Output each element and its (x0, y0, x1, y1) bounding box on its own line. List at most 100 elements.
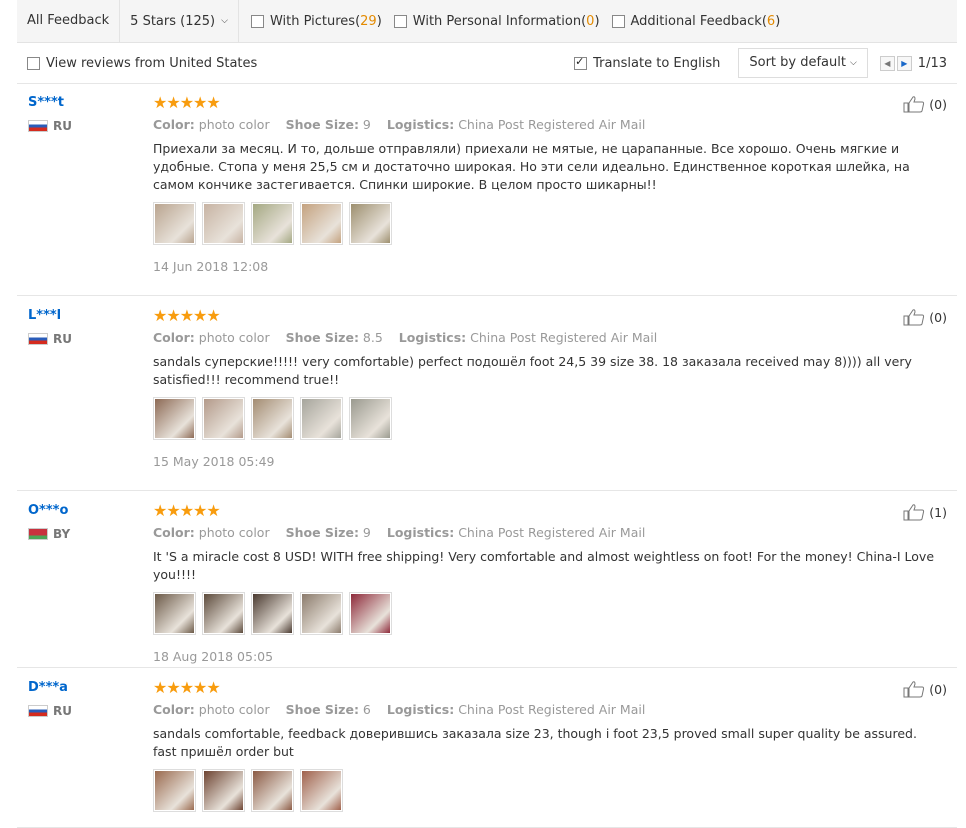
review-text: It 'S a miracle cost 8 USD! WITH free sh… (153, 549, 935, 582)
review-photo-thumbnail[interactable] (251, 769, 294, 812)
review-attributes: Color: photo color Shoe Size: 6 Logistic… (153, 702, 943, 717)
sort-select[interactable]: Sort by default ⌵ (738, 48, 868, 78)
star-rating-select[interactable]: 5 Stars (125) ⌵ (120, 14, 238, 29)
country-code: RU (53, 704, 72, 718)
logistics-value: China Post Registered Air Mail (458, 117, 646, 132)
country-flag-icon (28, 705, 48, 717)
reviewer-country: RU (28, 332, 72, 346)
reviewer-name[interactable]: D***a (28, 680, 68, 695)
star-rating: ★★★★★ (153, 501, 221, 520)
reviewer-name[interactable]: S***t (28, 95, 64, 110)
with-pictures-filter[interactable]: With Pictures (29) (250, 13, 382, 29)
additional-feedback-count: 6 (766, 13, 776, 29)
personal-info-checkbox[interactable] (393, 14, 407, 28)
with-pictures-count: 29 (360, 13, 377, 29)
logistics-label: Logistics: (386, 702, 455, 717)
logistics-value: China Post Registered Air Mail (470, 330, 658, 345)
review-photo-thumbnail[interactable] (202, 397, 245, 440)
review-photo-thumbnail[interactable] (153, 202, 196, 245)
us-reviews-filter[interactable]: View reviews from United States (27, 56, 257, 71)
color-label: Color: (153, 117, 195, 132)
review-item: O***o BY ★★★★★ Color: photo color Shoe S… (17, 503, 957, 668)
review-body: ★★★★★ Color: photo color Shoe Size: 9 Lo… (153, 503, 943, 664)
review-date: 18 Aug 2018 05:05 (153, 649, 274, 664)
star-rating: ★★★★★ (153, 306, 221, 325)
review-photo-thumbnail[interactable] (202, 769, 245, 812)
all-feedback-tab[interactable]: All Feedback (17, 0, 119, 42)
thumbs-up-icon (903, 681, 925, 698)
sort-select-label: Sort by default (749, 55, 846, 70)
helpful-count: (0) (929, 681, 947, 697)
country-flag-icon (28, 120, 48, 132)
review-photo-thumbnail[interactable] (202, 592, 245, 635)
review-photo-thumbnail[interactable] (153, 769, 196, 812)
helpful-button[interactable]: (1) (903, 503, 947, 521)
next-page-button[interactable]: ▶ (896, 55, 912, 71)
review-photo-thumbnail[interactable] (349, 202, 392, 245)
pagination: ◀ ▶ 1/13 (879, 55, 957, 71)
review-photo-thumbnail[interactable] (300, 397, 343, 440)
thumbs-up-icon (903, 504, 925, 521)
helpful-button[interactable]: (0) (903, 308, 947, 326)
helpful-count: (0) (929, 96, 947, 112)
review-date: 14 Jun 2018 12:08 (153, 259, 269, 274)
review-photos (153, 202, 943, 245)
color-label: Color: (153, 330, 195, 345)
review-photo-thumbnail[interactable] (349, 592, 392, 635)
review-photo-thumbnail[interactable] (153, 397, 196, 440)
review-photo-thumbnail[interactable] (153, 592, 196, 635)
reviewer-name[interactable]: O***o (28, 503, 68, 518)
logistics-label: Logistics: (398, 330, 467, 345)
helpful-button[interactable]: (0) (903, 680, 947, 698)
review-photo-thumbnail[interactable] (349, 397, 392, 440)
review-item: S***t RU ★★★★★ Color: photo color Shoe S… (17, 95, 957, 296)
helpful-button[interactable]: (0) (903, 95, 947, 113)
translate-label: Translate to English (593, 55, 721, 71)
additional-feedback-filter[interactable]: Additional Feedback (6) (611, 13, 780, 29)
reviewer-name[interactable]: L***l (28, 308, 61, 323)
review-photo-thumbnail[interactable] (300, 769, 343, 812)
country-code: RU (53, 119, 72, 133)
country-flag-icon (28, 528, 48, 540)
color-value: photo color (198, 330, 270, 345)
feedback-options-bar: View reviews from United States Translat… (17, 43, 957, 84)
shoe-size-value: 9 (362, 525, 371, 540)
logistics-value: China Post Registered Air Mail (458, 525, 646, 540)
translate-checkbox[interactable] (574, 55, 588, 70)
divider (237, 0, 239, 42)
page-indicator: 1/13 (917, 55, 947, 71)
thumbs-up-icon (903, 309, 925, 326)
shoe-size-label: Shoe Size: (285, 117, 359, 132)
logistics-label: Logistics: (386, 525, 455, 540)
review-text: sandals суперские!!!!! very comfortable)… (153, 354, 912, 387)
additional-feedback-checkbox[interactable] (611, 14, 625, 28)
color-value: photo color (198, 525, 270, 540)
country-code: RU (53, 332, 72, 346)
shoe-size-value: 6 (362, 702, 371, 717)
us-reviews-checkbox[interactable] (27, 56, 40, 70)
review-photos (153, 592, 943, 635)
helpful-count: (0) (929, 309, 947, 325)
review-body: ★★★★★ Color: photo color Shoe Size: 9 Lo… (153, 95, 943, 274)
review-photos (153, 397, 943, 440)
shoe-size-label: Shoe Size: (285, 702, 359, 717)
review-photo-thumbnail[interactable] (300, 592, 343, 635)
review-photo-thumbnail[interactable] (251, 202, 294, 245)
prev-page-button[interactable]: ◀ (879, 55, 895, 71)
review-body: ★★★★★ Color: photo color Shoe Size: 8.5 … (153, 308, 943, 469)
chevron-down-icon: ⌵ (849, 58, 857, 68)
logistics-value: China Post Registered Air Mail (458, 702, 646, 717)
review-photos (153, 769, 943, 812)
with-pictures-checkbox[interactable] (250, 14, 264, 28)
review-item: D***a RU ★★★★★ Color: photo color Shoe S… (17, 680, 957, 828)
review-text: Приехали за месяц. И то, дольше отправля… (153, 141, 910, 192)
personal-info-filter[interactable]: With Personal Information (0) (393, 14, 600, 29)
review-photo-thumbnail[interactable] (251, 592, 294, 635)
translate-toggle[interactable]: Translate to English (574, 55, 721, 71)
reviewer-country: RU (28, 119, 72, 133)
review-photo-thumbnail[interactable] (202, 202, 245, 245)
review-photo-thumbnail[interactable] (300, 202, 343, 245)
reviewer-country: RU (28, 704, 72, 718)
review-photo-thumbnail[interactable] (251, 397, 294, 440)
color-label: Color: (153, 702, 195, 717)
